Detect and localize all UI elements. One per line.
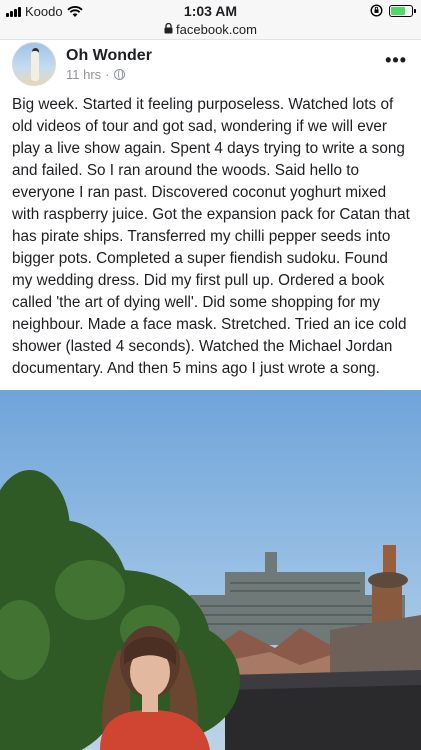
status-bar: Koodo 1:03 AM <box>0 0 421 22</box>
meta-separator: · <box>105 67 110 82</box>
url-bar[interactable]: facebook.com <box>0 22 421 40</box>
photo-illustration <box>0 470 421 750</box>
orientation-lock-icon <box>370 4 383 17</box>
globe-icon <box>113 69 125 80</box>
lock-icon <box>164 22 173 37</box>
status-right <box>370 4 416 17</box>
battery-level <box>391 6 405 15</box>
post-header: Oh Wonder 11 hrs · ••• <box>0 40 421 90</box>
avatar-figure <box>31 51 39 81</box>
status-time: 1:03 AM <box>183 3 238 19</box>
url-text: facebook.com <box>176 22 257 37</box>
post-meta: 11 hrs · <box>66 67 125 82</box>
more-options-button[interactable]: ••• <box>385 50 407 71</box>
post-text: Big week. Started it feeling purposeless… <box>12 96 410 377</box>
avatar[interactable] <box>12 42 56 86</box>
post-time[interactable]: 11 hrs <box>66 67 101 82</box>
author-name[interactable]: Oh Wonder <box>66 47 152 65</box>
post-photo[interactable] <box>0 390 421 750</box>
battery-charging-icon <box>389 4 416 17</box>
